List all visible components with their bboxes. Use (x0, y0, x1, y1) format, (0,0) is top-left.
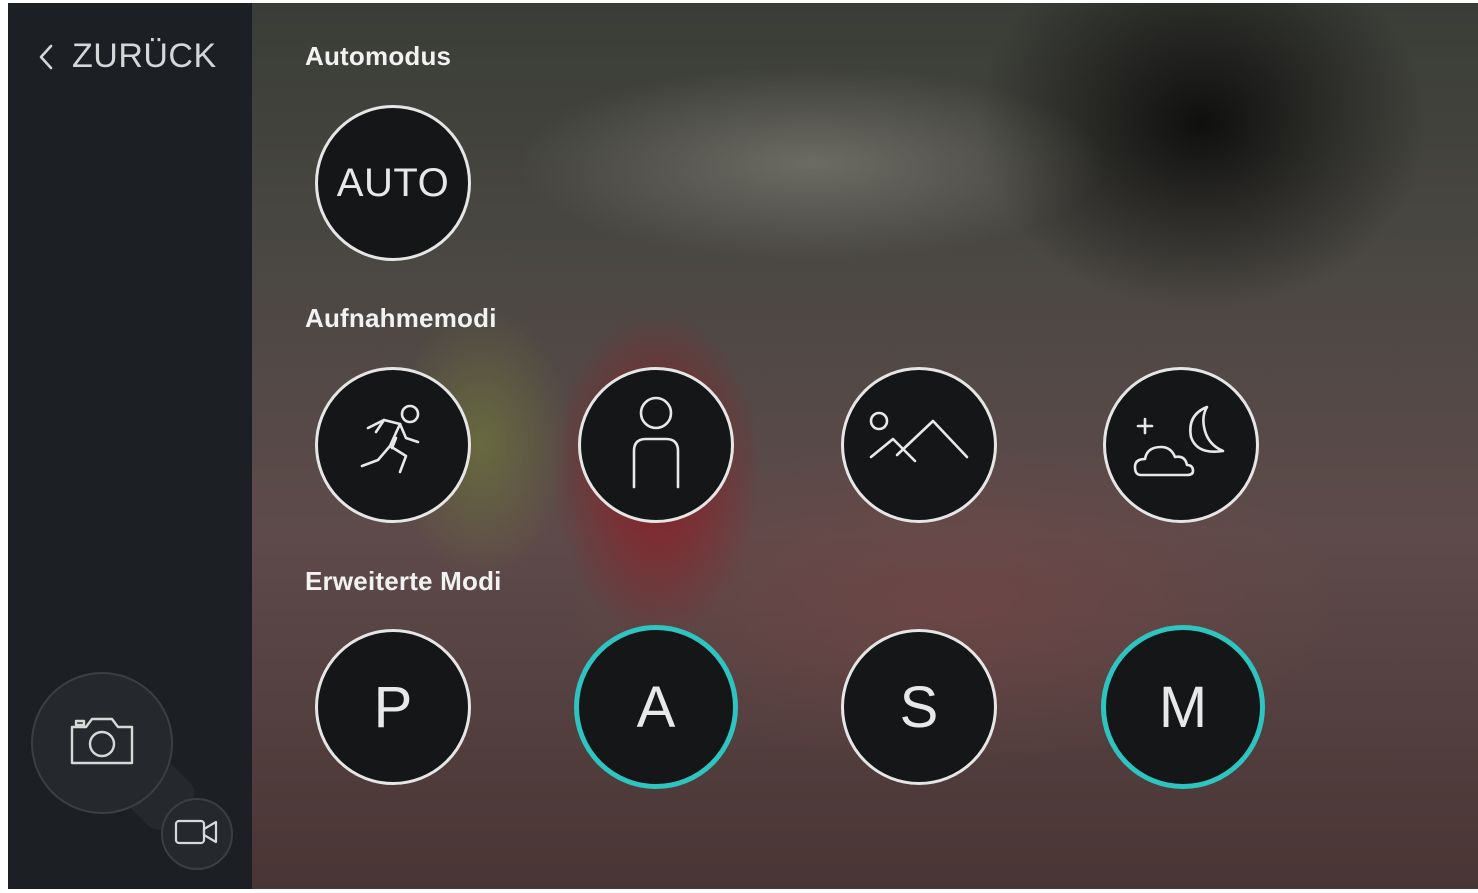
mode-a-label: A (636, 674, 676, 740)
sidebar: ZURÜCK (8, 3, 252, 889)
landscape-icon (867, 411, 971, 480)
video-camera-icon (174, 818, 220, 851)
mode-p-label: P (373, 674, 413, 740)
mode-auto-button[interactable]: AUTO (315, 105, 471, 261)
section-title-automodus: Automodus (305, 41, 452, 71)
mode-s-button[interactable]: S (841, 629, 997, 785)
back-label: ZURÜCK (72, 37, 217, 75)
night-moon-cloud-icon (1131, 401, 1231, 490)
section-title-erweiterte-modi: Erweiterte Modi (305, 566, 502, 596)
blurred-preview-background: Automodus AUTO Aufnahmemodi Erweiterte M… (252, 3, 1478, 889)
photo-mode-button[interactable] (31, 672, 173, 814)
camera-mode-screen: Automodus AUTO Aufnahmemodi Erweiterte M… (8, 3, 1478, 889)
mode-p-button[interactable]: P (315, 629, 471, 785)
mode-night-button[interactable] (1103, 367, 1259, 523)
back-button[interactable]: ZURÜCK (38, 37, 217, 76)
running-person-icon (348, 398, 438, 493)
mode-auto-label: AUTO (336, 160, 450, 205)
chevron-left-icon (39, 44, 53, 69)
section-title-aufnahmemodi: Aufnahmemodi (305, 303, 497, 333)
mode-s-label: S (899, 674, 939, 740)
portrait-person-icon (616, 395, 696, 496)
mode-portrait-button[interactable] (578, 367, 734, 523)
mode-landscape-button[interactable] (841, 367, 997, 523)
mode-m-label: M (1158, 674, 1208, 740)
camera-icon (68, 715, 136, 772)
mode-a-button[interactable]: A (574, 625, 738, 789)
video-mode-button[interactable] (161, 798, 233, 870)
mode-m-button[interactable]: M (1101, 625, 1265, 789)
mode-sports-button[interactable] (315, 367, 471, 523)
